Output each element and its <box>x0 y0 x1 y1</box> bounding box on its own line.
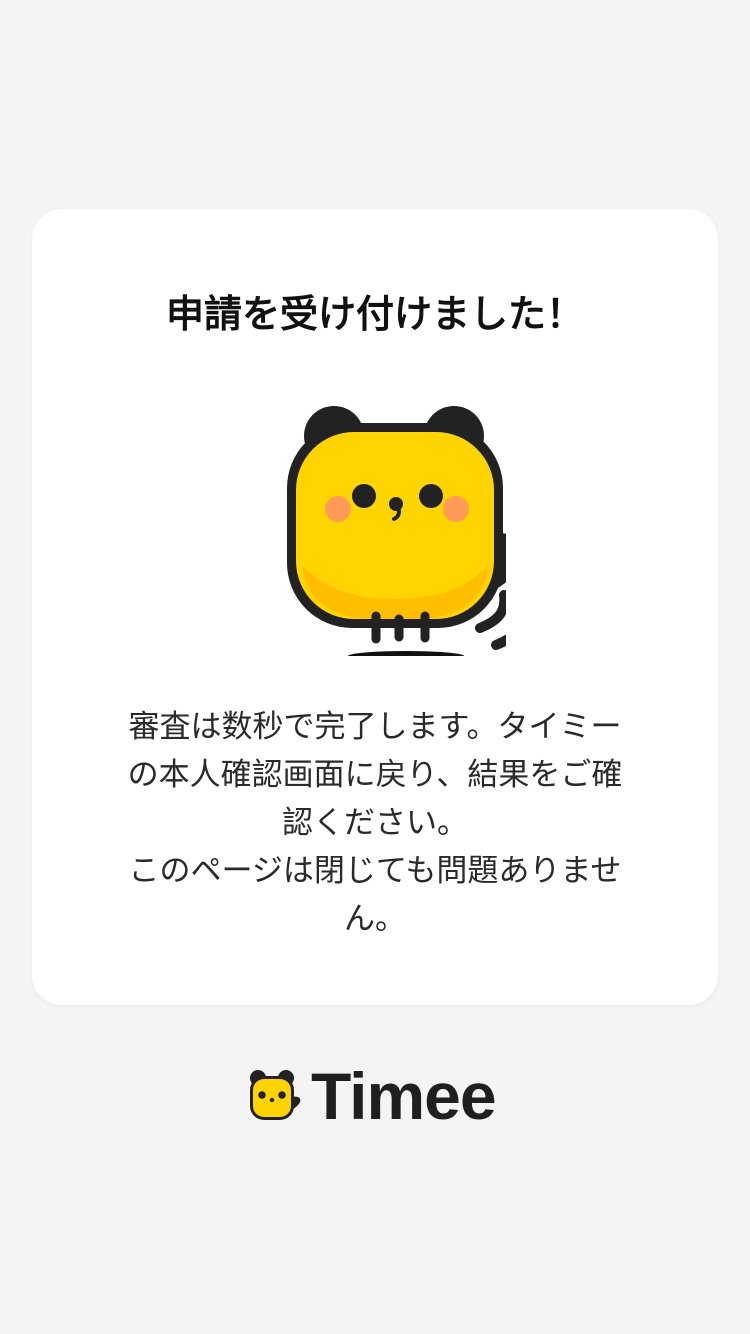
confirmation-message: 審査は数秒で完了します。タイミーの本人確認画面に戻り、結果をご確認ください。 こ… <box>122 703 628 943</box>
confirmation-title: 申請を受け付けました！ <box>165 292 584 336</box>
message-line-1: 審査は数秒で完了します。タイミーの本人確認画面に戻り、結果をご確認ください。 <box>127 709 623 841</box>
confirmation-card: 申請を受け付けました！ 審査は数秒で完了します。タイミーの本人確認画面に戻り、結… <box>32 209 718 1005</box>
timee-mascot-icon <box>256 394 529 661</box>
brand-name: Timee <box>311 1059 497 1133</box>
timee-logo: Timee <box>245 1059 507 1133</box>
message-line-2: このページは閉じても問題ありません。 <box>128 853 622 937</box>
timee-logo-icon <box>250 1070 301 1120</box>
